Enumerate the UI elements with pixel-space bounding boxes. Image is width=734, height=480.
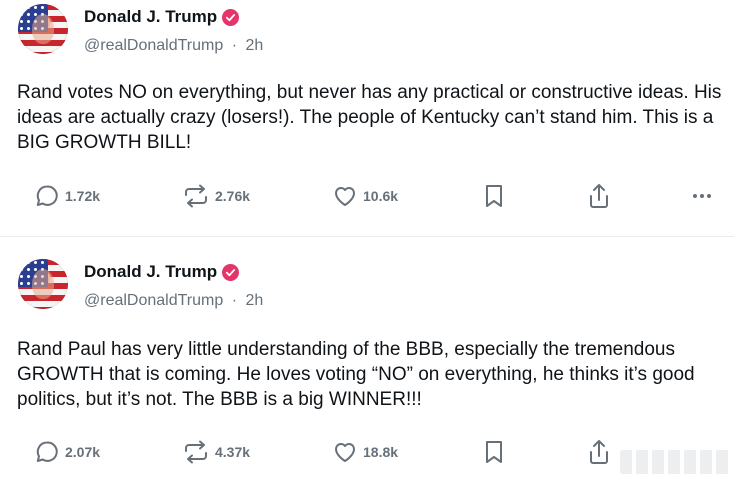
reply-count: 1.72k: [65, 188, 101, 204]
like-count: 18.8k: [363, 444, 399, 460]
avatar[interactable]: [18, 4, 68, 54]
bookmark-button[interactable]: [483, 435, 505, 469]
author-name[interactable]: Donald J. Trump: [84, 7, 217, 27]
author-row: Donald J. Trump: [84, 262, 240, 282]
author-handle[interactable]: @realDonaldTrump: [84, 37, 223, 54]
repost-count: 4.37k: [215, 444, 251, 460]
repost-button[interactable]: 4.37k: [182, 435, 250, 469]
bookmark-icon: [483, 183, 505, 209]
bookmark-button[interactable]: [483, 179, 505, 213]
post-time[interactable]: 2h: [246, 292, 264, 309]
post-text: Rand Paul has very little understanding …: [17, 339, 695, 410]
reply-icon: [34, 183, 60, 209]
share-icon: [587, 182, 611, 210]
separator: ·: [231, 37, 238, 54]
share-icon: [587, 438, 611, 466]
post-header: Donald J. Trump @realDonaldTrump · 2h: [0, 255, 734, 315]
verified-badge-icon: [222, 8, 240, 26]
like-button[interactable]: 10.6k: [332, 179, 398, 213]
reply-button[interactable]: 1.72k: [34, 179, 100, 213]
reply-icon: [34, 439, 60, 465]
post: Donald J. Trump @realDonaldTrump · 2h Ra…: [0, 0, 734, 236]
author-name[interactable]: Donald J. Trump: [84, 262, 217, 282]
share-button[interactable]: [587, 435, 611, 469]
post-time[interactable]: 2h: [246, 37, 264, 54]
repost-icon: [182, 439, 210, 465]
reply-count: 2.07k: [65, 444, 101, 460]
like-icon: [332, 439, 358, 465]
bookmark-icon: [483, 439, 505, 465]
verified-badge-icon: [222, 263, 240, 281]
avatar[interactable]: [18, 259, 68, 309]
handle-row: @realDonaldTrump · 2h: [84, 37, 263, 55]
post-actions: 1.72k 2.76k 10.6k: [0, 179, 734, 213]
post-text: Rand votes NO on everything, but never h…: [17, 82, 722, 153]
post-header: Donald J. Trump @realDonaldTrump · 2h: [0, 0, 734, 60]
author-handle[interactable]: @realDonaldTrump: [84, 292, 223, 309]
like-button[interactable]: 18.8k: [332, 435, 398, 469]
handle-row: @realDonaldTrump · 2h: [84, 292, 263, 310]
repost-count: 2.76k: [215, 188, 251, 204]
author-row: Donald J. Trump: [84, 7, 240, 27]
more-icon: [691, 194, 712, 198]
reply-button[interactable]: 2.07k: [34, 435, 100, 469]
like-count: 10.6k: [363, 188, 399, 204]
post: Donald J. Trump @realDonaldTrump · 2h Ra…: [0, 236, 734, 480]
repost-button[interactable]: 2.76k: [182, 179, 250, 213]
share-button[interactable]: [587, 179, 611, 213]
repost-icon: [182, 183, 210, 209]
separator: ·: [231, 292, 238, 309]
like-icon: [332, 183, 358, 209]
watermark: [620, 450, 730, 474]
more-button[interactable]: [691, 179, 712, 213]
